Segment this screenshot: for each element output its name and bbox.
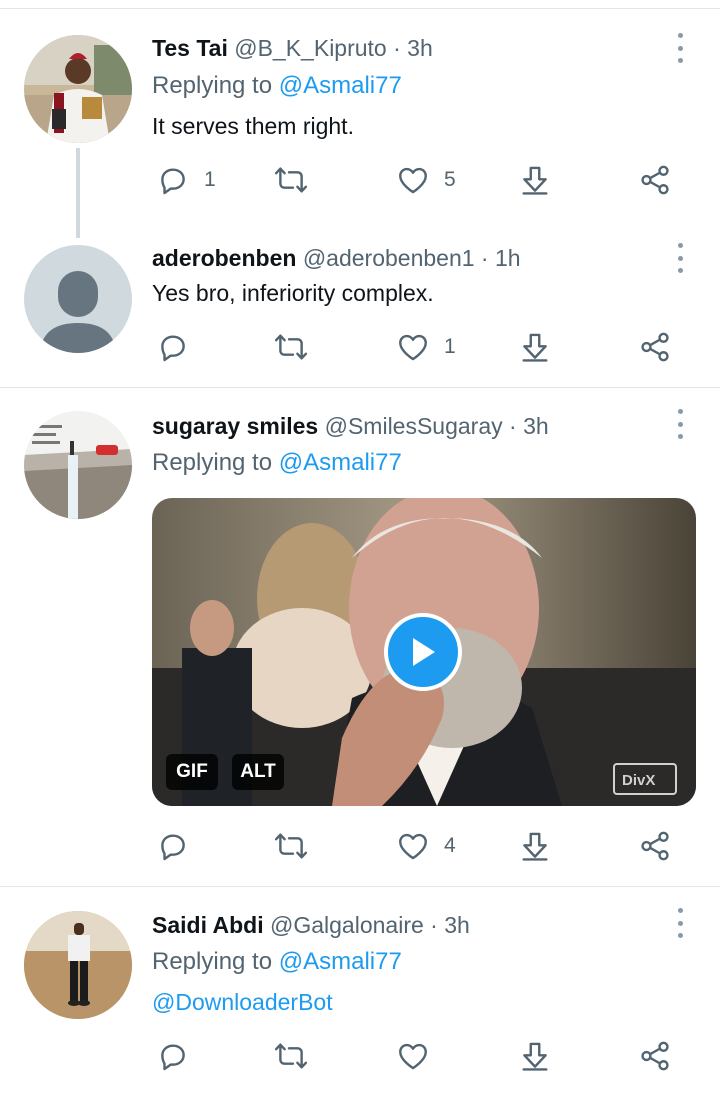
- retweet-icon: [274, 829, 308, 863]
- tweet-text: It serves them right.: [152, 113, 354, 139]
- like-icon: [396, 1039, 430, 1073]
- like-icon: [396, 163, 430, 197]
- like-button[interactable]: [396, 1036, 444, 1076]
- tweet-divider: [0, 886, 720, 887]
- mention-link[interactable]: @Asmali77: [279, 449, 402, 476]
- timestamp[interactable]: · 3h: [430, 912, 470, 938]
- download-icon: [518, 1039, 552, 1073]
- share-icon: [638, 1039, 672, 1073]
- tweet-header: Tes Tai @B_K_Kipruto · 3h: [152, 34, 433, 62]
- like-count: 5: [444, 168, 456, 191]
- display-name[interactable]: aderobenben: [152, 245, 296, 271]
- like-icon: [396, 829, 430, 863]
- share-button[interactable]: [638, 1036, 672, 1076]
- retweet-button[interactable]: [274, 826, 322, 866]
- share-icon: [638, 330, 672, 364]
- display-name[interactable]: Saidi Abdi: [152, 912, 264, 938]
- tweet-divider: [0, 387, 720, 388]
- download-icon: [518, 163, 552, 197]
- mention-link[interactable]: @Asmali77: [279, 948, 402, 975]
- share-button[interactable]: [638, 826, 672, 866]
- avatar[interactable]: [24, 911, 132, 1019]
- avatar-photo-icon: [24, 35, 132, 143]
- display-name[interactable]: Tes Tai: [152, 35, 228, 61]
- download-button[interactable]: [518, 826, 552, 866]
- play-button[interactable]: [384, 613, 462, 691]
- retweet-icon: [274, 163, 308, 197]
- reply-icon: [156, 163, 190, 197]
- more-icon[interactable]: [672, 409, 688, 439]
- replying-to: Replying to @Asmali77: [152, 448, 402, 478]
- retweet-button[interactable]: [274, 160, 322, 200]
- more-icon[interactable]: [672, 908, 688, 938]
- download-button[interactable]: [518, 160, 552, 200]
- like-button[interactable]: 4: [396, 826, 456, 866]
- reply-count: 1: [204, 168, 216, 191]
- retweet-icon: [274, 330, 308, 364]
- tweet-header: sugaray smiles @SmilesSugaray · 3h: [152, 412, 549, 440]
- replying-to: Replying to @Asmali77: [152, 71, 402, 101]
- reply-button[interactable]: [156, 826, 204, 866]
- download-icon: [518, 829, 552, 863]
- timestamp[interactable]: · 3h: [393, 35, 433, 61]
- handle[interactable]: @aderobenben1: [303, 245, 475, 271]
- mention-link[interactable]: @Asmali77: [279, 72, 402, 99]
- tweet-header: Saidi Abdi @Galgalonaire · 3h: [152, 911, 470, 939]
- more-icon[interactable]: [672, 243, 688, 273]
- reply-button[interactable]: [156, 1036, 204, 1076]
- timestamp[interactable]: · 1h: [481, 245, 521, 271]
- share-icon: [638, 163, 672, 197]
- action-bar: 1 5: [152, 160, 692, 200]
- replying-prefix: Replying to: [152, 72, 279, 99]
- share-icon: [638, 829, 672, 863]
- reply-icon: [156, 829, 190, 863]
- action-bar: [152, 1036, 692, 1076]
- avatar[interactable]: [24, 35, 132, 143]
- download-button[interactable]: [518, 327, 552, 367]
- top-divider: [0, 8, 720, 9]
- like-count: 4: [444, 834, 456, 857]
- retweet-icon: [274, 1039, 308, 1073]
- avatar-meme-icon: [24, 411, 132, 519]
- play-icon: [413, 638, 435, 666]
- handle[interactable]: @Galgalonaire: [270, 912, 424, 938]
- timestamp[interactable]: · 3h: [509, 413, 549, 439]
- share-button[interactable]: [638, 327, 672, 367]
- like-button[interactable]: 5: [396, 160, 456, 200]
- more-icon[interactable]: [672, 33, 688, 63]
- reply-button[interactable]: 1: [156, 160, 216, 200]
- reply-icon: [156, 330, 190, 364]
- replying-to: Replying to @Asmali77: [152, 947, 402, 977]
- gif-badge: GIF: [166, 754, 218, 790]
- reply-icon: [156, 1039, 190, 1073]
- alt-badge[interactable]: ALT: [232, 754, 284, 790]
- download-icon: [518, 330, 552, 364]
- avatar[interactable]: [24, 245, 132, 353]
- avatar-photo-icon: [24, 911, 132, 1019]
- like-icon: [396, 330, 430, 364]
- share-button[interactable]: [638, 160, 672, 200]
- handle[interactable]: @B_K_Kipruto: [234, 35, 387, 61]
- tweet-text: Yes bro, inferiority complex.: [152, 280, 434, 306]
- tweet-header: aderobenben @aderobenben1 · 1h: [152, 244, 521, 272]
- retweet-button[interactable]: [274, 1036, 322, 1076]
- download-button[interactable]: [518, 1036, 552, 1076]
- default-avatar-icon: [24, 245, 132, 353]
- action-bar: 4: [152, 826, 692, 866]
- replying-prefix: Replying to: [152, 948, 279, 975]
- display-name[interactable]: sugaray smiles: [152, 413, 318, 439]
- reply-button[interactable]: [156, 327, 204, 367]
- replying-prefix: Replying to: [152, 449, 279, 476]
- thread-line: [76, 148, 80, 238]
- watermark-text: DivX: [622, 772, 655, 789]
- like-count: 1: [444, 335, 456, 358]
- tweet-text-mention[interactable]: @DownloaderBot: [152, 987, 333, 1017]
- handle[interactable]: @SmilesSugaray: [325, 413, 503, 439]
- action-bar: 1: [152, 327, 692, 367]
- avatar[interactable]: [24, 411, 132, 519]
- like-button[interactable]: 1: [396, 327, 456, 367]
- retweet-button[interactable]: [274, 327, 322, 367]
